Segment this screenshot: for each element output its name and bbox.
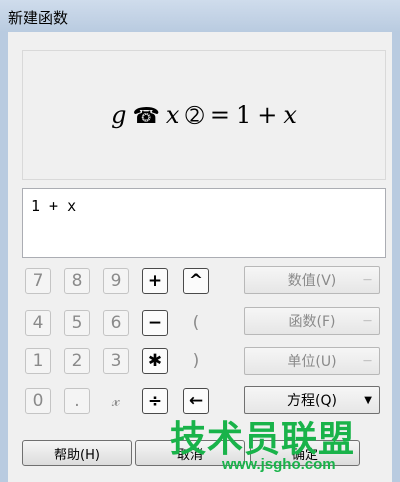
functions-menu-label: 函数(F) [288,314,336,330]
key-1[interactable]: 1 [25,348,51,374]
watermark-text: 技术员联盟 [170,419,356,460]
help-button[interactable]: 帮助(H) [22,440,132,466]
watermark-logo: 技术员联盟 www.jsgho.com [170,410,395,480]
values-menu-button[interactable]: 数值(V) — [244,266,380,294]
values-menu-label: 数值(V) [287,273,337,289]
key-8[interactable]: 8 [64,268,90,294]
key-decimal[interactable]: . [64,388,90,414]
expression-input[interactable]: 1 + x [22,188,386,258]
key-5[interactable]: 5 [64,310,90,336]
key-divide[interactable]: ÷ [142,388,168,414]
close-paren-glyph: ➁ [185,104,204,129]
units-menu-label: 单位(U) [287,354,337,370]
rhs-constant: 1 [235,101,252,129]
key-power[interactable]: ^ [183,268,209,294]
key-2[interactable]: 2 [64,348,90,374]
key-0[interactable]: 0 [25,388,51,414]
equations-menu-label: 方程(Q) [287,393,337,409]
functions-menu-arrow-icon: — [363,316,372,326]
window-title: 新建函数 [8,9,69,27]
key-multiply[interactable]: ✱ [142,348,168,374]
window-frame-left [0,32,8,482]
function-name: g [111,101,127,129]
key-6[interactable]: 6 [103,310,129,336]
units-menu-button[interactable]: 单位(U) — [244,347,380,375]
key-close-paren[interactable]: ) [183,348,209,374]
key-3[interactable]: 3 [103,348,129,374]
formula-preview: g ☎ x ➁ = 1 + x [22,50,386,180]
units-menu-arrow-icon: — [363,356,372,366]
equals-sign: = [209,101,230,129]
plus-sign: + [257,101,278,129]
key-variable-x[interactable]: 𝓍 [103,388,129,414]
open-paren-glyph: ☎ [132,104,160,129]
key-plus[interactable]: + [142,268,168,294]
values-menu-arrow-icon: — [363,275,372,285]
functions-menu-button[interactable]: 函数(F) — [244,307,380,335]
rhs-variable: x [283,101,297,129]
watermark-url: www.jsgho.com [222,456,336,473]
key-9[interactable]: 9 [103,268,129,294]
variable-x: x [165,101,180,129]
title-bar: 新建函数 [0,0,400,32]
expression-value: 1 + x [31,197,77,215]
equations-menu-arrow-icon: ▼ [364,395,372,406]
key-4[interactable]: 4 [25,310,51,336]
key-minus[interactable]: − [142,310,168,336]
key-open-paren[interactable]: ( [183,310,209,336]
formula-display: g ☎ x ➁ = 1 + x [111,101,297,129]
key-7[interactable]: 7 [25,268,51,294]
